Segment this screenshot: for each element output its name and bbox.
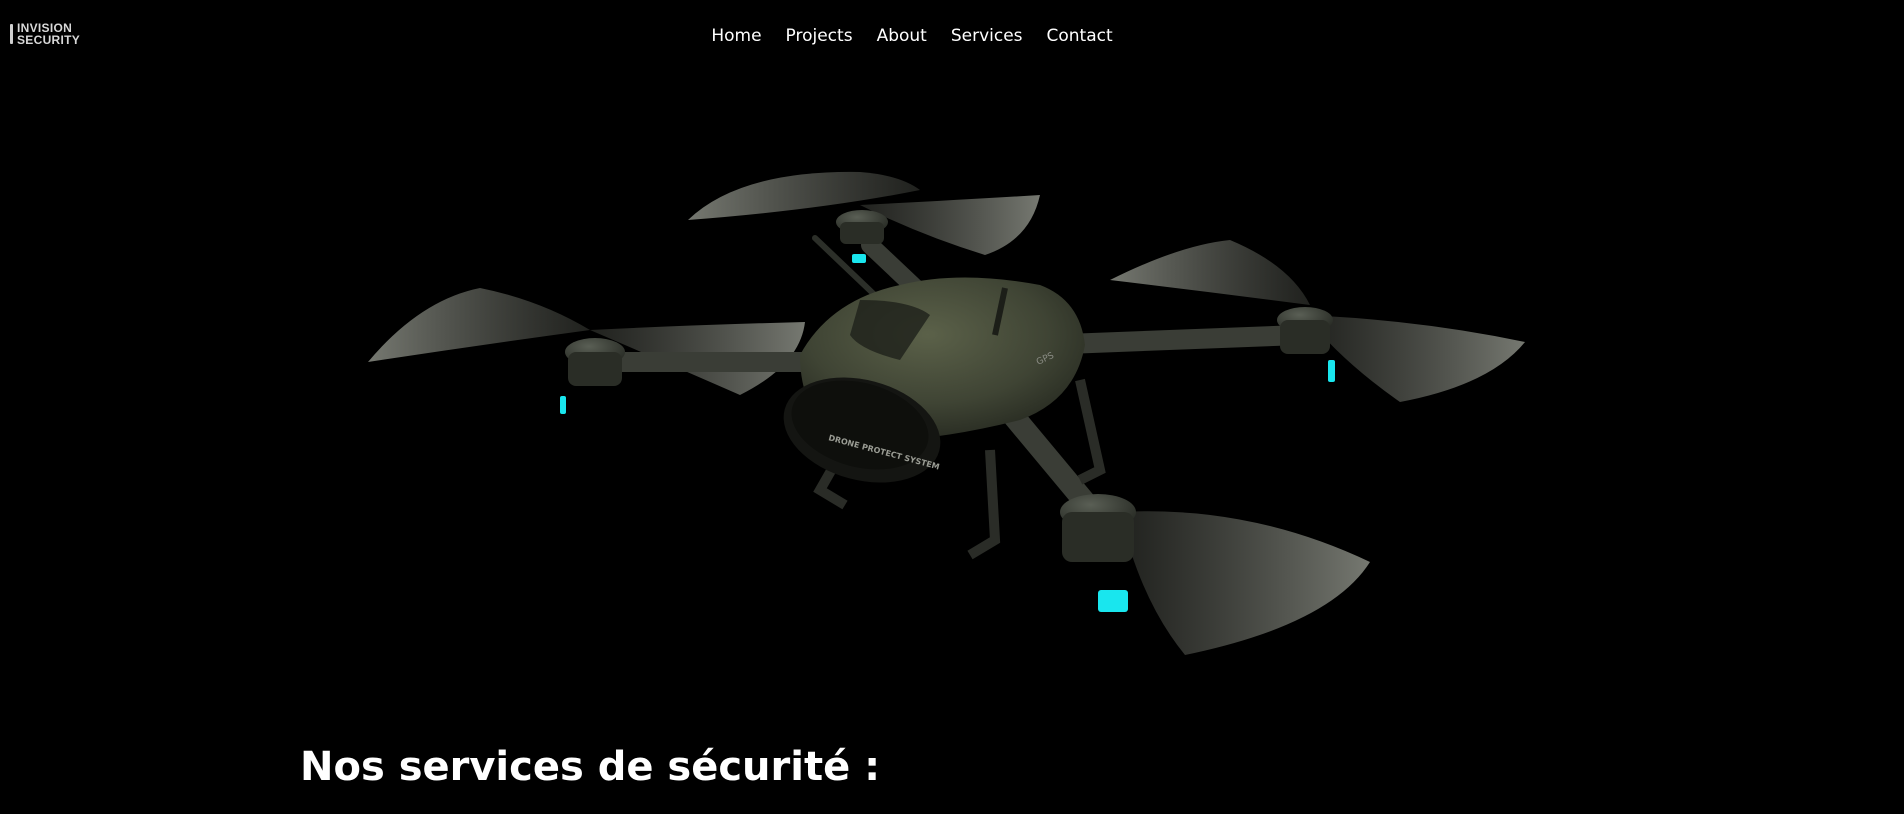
page: INVISION SECURITY Home Projects About Se… [0, 0, 1904, 814]
hero-drone-image: DRONE PROTECT SYSTEM GPS [368, 171, 1525, 655]
drone-body: DRONE PROTECT SYSTEM GPS [783, 277, 1085, 483]
services-section-title: Nos services de sécurité : [300, 744, 881, 790]
